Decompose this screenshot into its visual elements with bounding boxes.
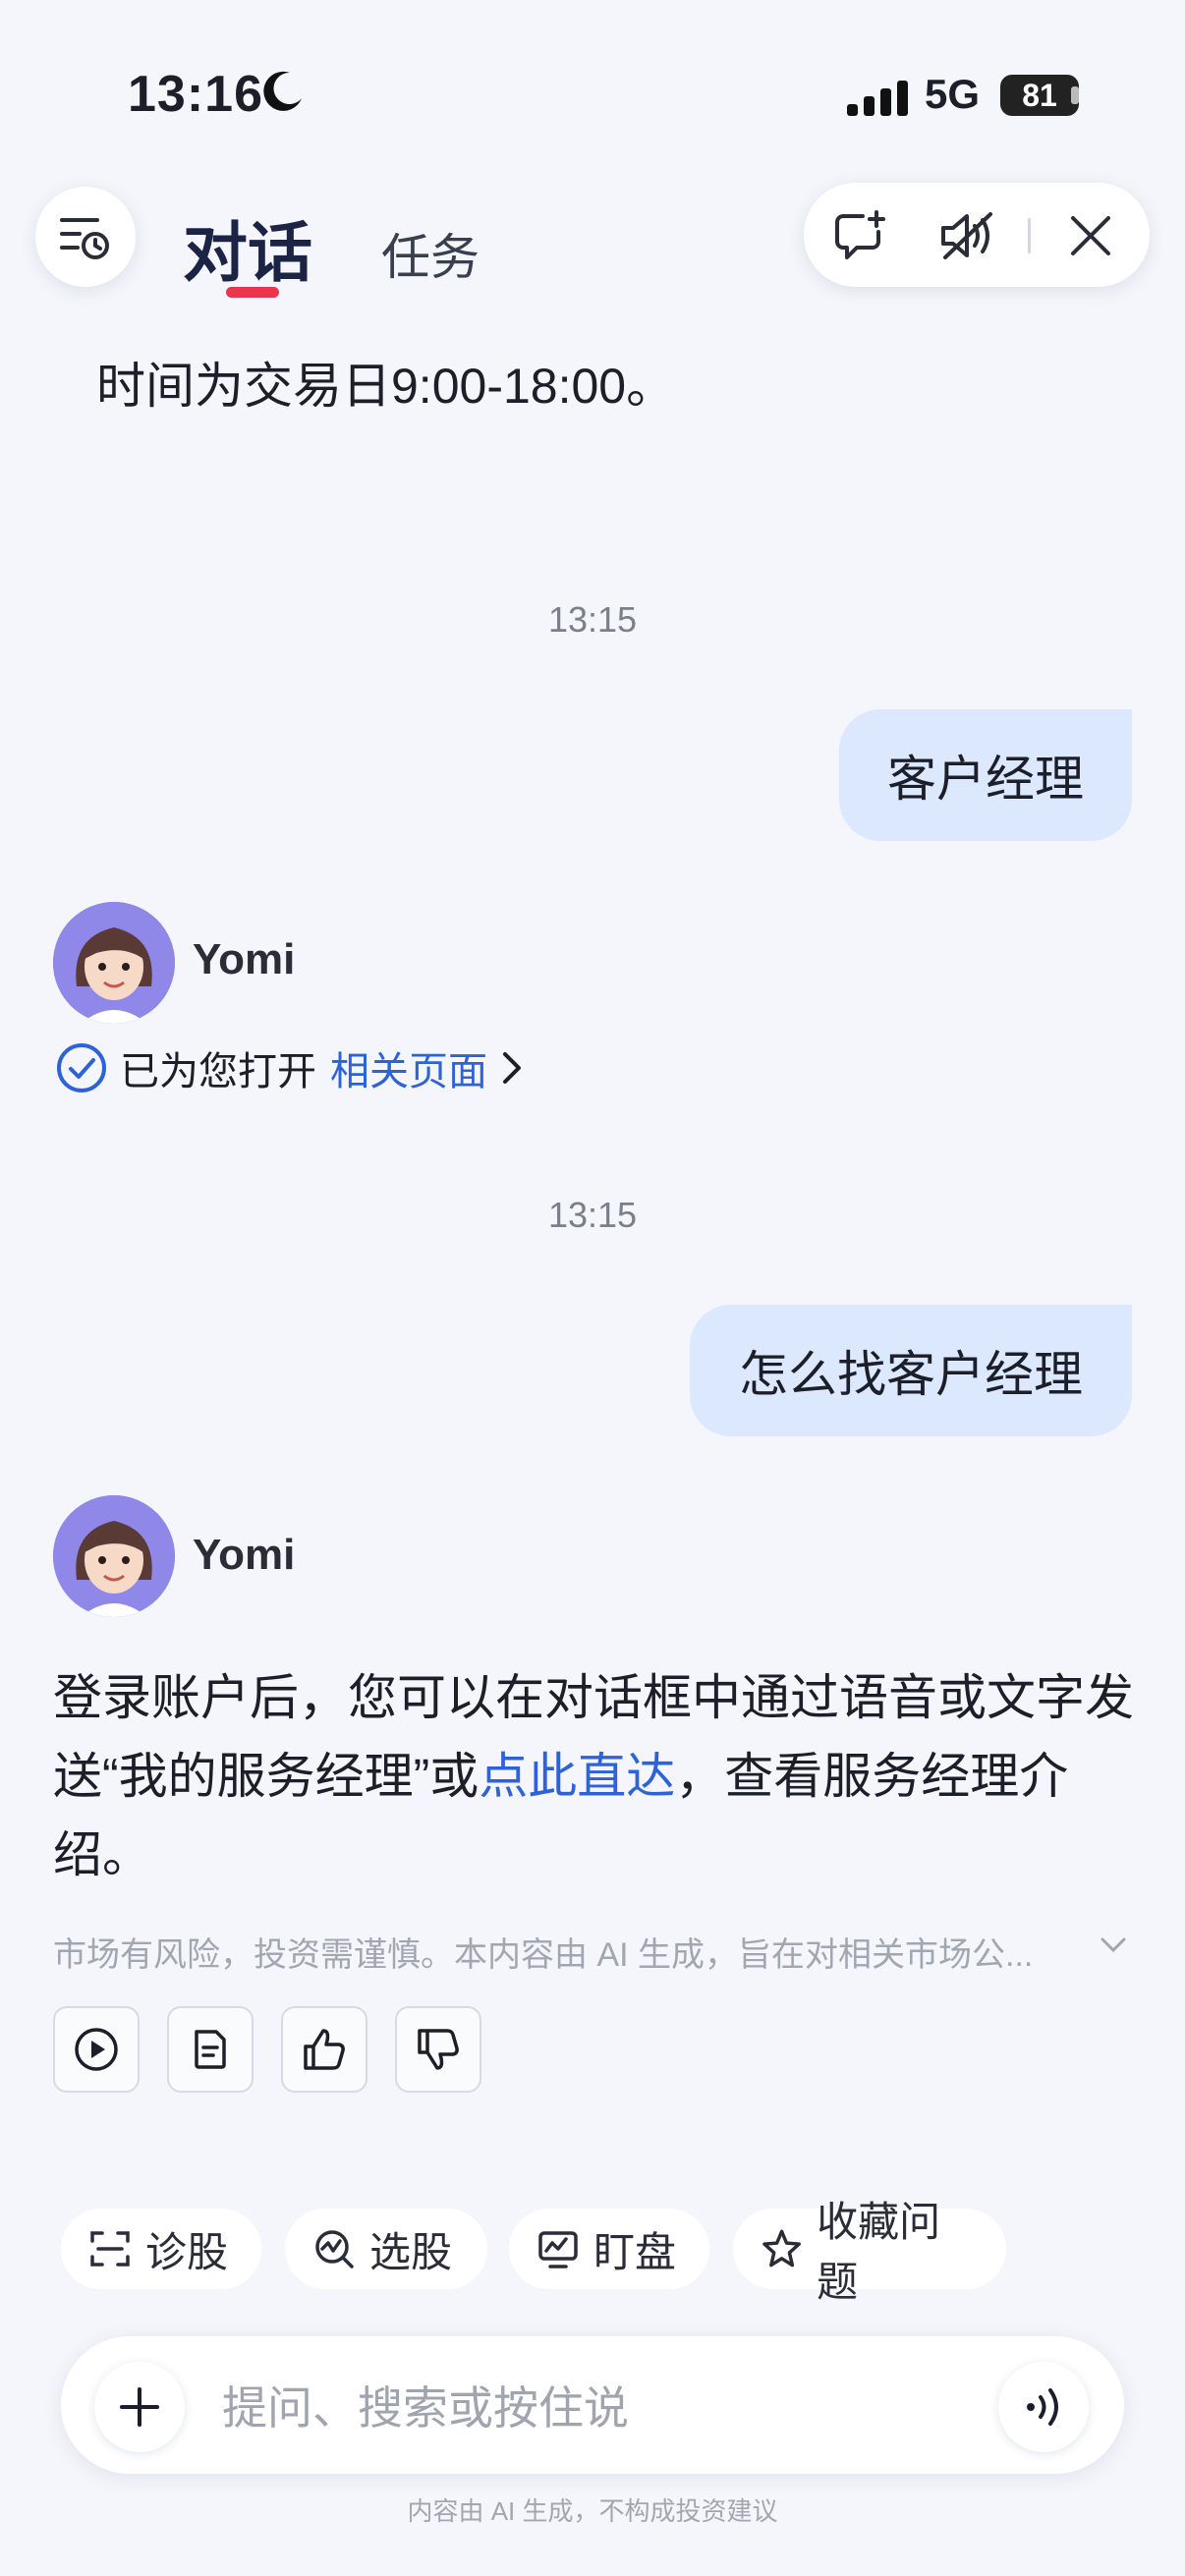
timestamp: 13:15: [547, 1195, 638, 1235]
copy-button[interactable]: [167, 2006, 254, 2093]
tab-dialog[interactable]: 对话: [183, 200, 312, 295]
tab-tasks[interactable]: 任务: [381, 218, 480, 289]
bot-avatar: [53, 902, 175, 1024]
chip-label: 盯盘: [593, 2228, 677, 2275]
battery-indicator: 81: [1000, 75, 1079, 116]
new-chat-icon[interactable]: [833, 210, 888, 261]
thumbs-down-icon: [418, 2029, 459, 2070]
voice-wave-icon: [1027, 2388, 1058, 2426]
risk-disclaimer: 市场有风险，投资需谨慎。本内容由 AI 生成，旨在对相关市场公...: [53, 1936, 1034, 1974]
mute-icon[interactable]: [937, 208, 1000, 263]
thumbs-up-button[interactable]: [281, 2006, 367, 2093]
user-message-text: 客户经理: [887, 752, 1084, 807]
bot-name: Yomi: [193, 1531, 296, 1579]
user-message-bubble: 怎么找客户经理: [690, 1305, 1132, 1436]
chip-diagnose-stock[interactable]: 诊股: [61, 2209, 261, 2289]
history-list-icon: [60, 218, 109, 259]
bot-avatar: [53, 1495, 175, 1617]
chip-pick-stock[interactable]: 选股: [285, 2209, 487, 2289]
thumbs-down-button[interactable]: [395, 2006, 481, 2093]
opened-page-notice: 已为您打开 相关页面: [55, 1039, 527, 1096]
signal-icon: [847, 81, 908, 116]
network-label: 5G: [925, 71, 981, 117]
tab-active-indicator: [226, 287, 279, 298]
battery-tip: [1071, 86, 1079, 104]
voice-button[interactable]: [998, 2362, 1089, 2452]
attach-button[interactable]: [94, 2362, 185, 2452]
check-circle-icon: [57, 1043, 106, 1092]
status-time: 13:16: [128, 66, 263, 123]
thumbs-up-icon: [304, 2029, 345, 2070]
chip-label: 诊股: [145, 2228, 229, 2275]
toolbar-divider: [1028, 218, 1031, 253]
search-chart-icon: [315, 2230, 354, 2268]
close-icon[interactable]: [1069, 214, 1112, 257]
chip-label: 收藏问题: [817, 2199, 941, 2305]
opened-page-prefix: 已为您打开: [120, 1050, 316, 1093]
direct-access-link[interactable]: 点此直达: [479, 1749, 675, 1804]
scan-icon: [90, 2231, 130, 2267]
play-icon: [75, 2028, 118, 2071]
plus-icon: [120, 2387, 159, 2427]
bot-name: Yomi: [193, 935, 296, 983]
chip-label: 选股: [369, 2228, 453, 2275]
bot-answer: 登录账户后，您可以在对话框中通过语音或文字发送“我的服务经理”或点此直达，查看服…: [53, 1658, 1134, 1894]
user-message-text: 怎么找客户经理: [739, 1347, 1083, 1402]
monitor-eye-icon: [538, 2231, 578, 2268]
star-icon: [762, 2229, 801, 2268]
moon-icon: [263, 71, 302, 111]
chip-favorite-questions[interactable]: 收藏问题: [733, 2199, 1006, 2305]
timestamp: 13:15: [547, 599, 638, 640]
document-icon: [195, 2030, 226, 2069]
message-input[interactable]: [220, 2370, 971, 2446]
expand-chevron-icon[interactable]: [1099, 1935, 1128, 1955]
footer-disclaimer: 内容由 AI 生成，不构成投资建议: [407, 2496, 778, 2526]
user-message-bubble: 客户经理: [839, 709, 1132, 841]
play-button[interactable]: [53, 2006, 140, 2093]
previous-answer-tail: 时间为交易日9:00-18:00。: [96, 359, 676, 414]
history-button[interactable]: [35, 187, 136, 287]
chevron-right-icon[interactable]: [497, 1048, 527, 1088]
related-page-link[interactable]: 相关页面: [330, 1039, 487, 1096]
chip-watch-market[interactable]: 盯盘: [509, 2209, 709, 2289]
avatar-image: [53, 1495, 175, 1617]
avatar-image: [53, 902, 175, 1024]
